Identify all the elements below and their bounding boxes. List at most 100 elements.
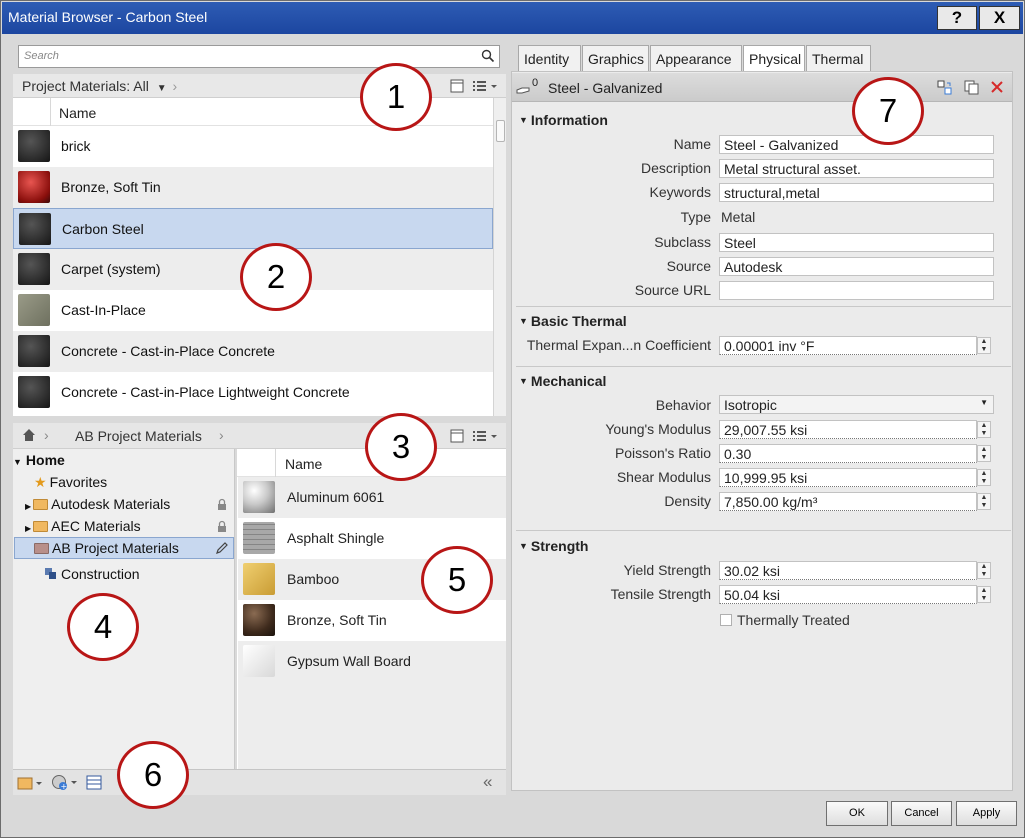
density-field[interactable]: 7,850.00 kg/m³ [719, 492, 977, 511]
project-material-row[interactable]: brick [13, 126, 493, 167]
material-swatch [18, 376, 50, 408]
search-input[interactable]: Search [18, 45, 500, 68]
collapse-triangle-icon: ▼ [519, 376, 528, 386]
material-name: Bamboo [287, 571, 340, 587]
tab-graphics[interactable]: Graphics [582, 45, 649, 71]
tree-item-autodesk-materials[interactable]: ▶ Autodesk Materials [25, 496, 170, 518]
thermal-expansion-field[interactable]: 0.00001 inv °F [719, 336, 977, 355]
spinner-icon[interactable]: ▲ ▼ [977, 421, 991, 438]
spinner-icon[interactable]: ▲ ▼ [977, 445, 991, 462]
ok-button[interactable]: OK [826, 801, 888, 826]
material-name: brick [61, 138, 91, 154]
spinner-icon[interactable]: ▲ ▼ [977, 586, 991, 603]
project-material-row-selected[interactable]: Carbon Steel [13, 208, 493, 249]
window-title: Material Browser - Carbon Steel [8, 9, 208, 25]
lock-icon [218, 498, 226, 510]
library-breadcrumb[interactable]: AB Project Materials [75, 428, 202, 450]
tree-item-home[interactable]: ▼ Home [13, 452, 65, 474]
section-mechanical[interactable]: ▼ Mechanical [519, 373, 606, 389]
youngs-modulus-field[interactable]: 29,007.55 ksi [719, 420, 977, 439]
yield-strength-field[interactable]: 30.02 ksi [719, 561, 977, 580]
library-material-row[interactable]: Aluminum 6061 [238, 477, 506, 518]
section-basic-thermal[interactable]: ▼ Basic Thermal [519, 313, 627, 329]
chevron-right-icon: › [172, 78, 178, 94]
asset-browser-icon[interactable] [86, 775, 102, 790]
scrollbar-thumb[interactable] [496, 120, 505, 142]
tree-item-favorites[interactable]: ★ Favorites [34, 474, 107, 496]
field-label: Name [673, 136, 711, 152]
section-divider [516, 530, 1011, 531]
pencil-icon[interactable] [215, 541, 229, 555]
behavior-dropdown[interactable]: Isotropic ▼ [719, 395, 994, 414]
close-button[interactable]: X [979, 6, 1020, 30]
section-strength[interactable]: ▼ Strength [519, 538, 588, 554]
search-placeholder: Search [24, 50, 59, 62]
field-label: Keywords [649, 184, 711, 200]
tab-appearance[interactable]: Appearance [650, 45, 742, 71]
replace-asset-icon[interactable] [937, 80, 953, 96]
thermally-treated-checkbox[interactable] [720, 614, 732, 626]
material-name: Asphalt Shingle [287, 530, 385, 546]
home-icon[interactable] [22, 428, 36, 442]
behavior-value: Isotropic [724, 397, 777, 413]
library-empty-area [238, 682, 506, 769]
library-material-row[interactable]: Gypsum Wall Board [238, 641, 506, 682]
field-label: Young's Modulus [605, 421, 711, 437]
field-label: Poisson's Ratio [614, 445, 711, 461]
callout-1: 1 [360, 63, 432, 131]
tensile-strength-field[interactable]: 50.04 ksi [719, 585, 977, 604]
chevron-down-icon: ▼ [156, 83, 167, 94]
section-divider [516, 306, 1011, 307]
subclass-field[interactable]: Steel [719, 233, 994, 252]
project-material-row[interactable]: Bronze, Soft Tin [13, 167, 493, 208]
project-material-row[interactable]: Concrete - Cast-in-Place Lightweight Con… [13, 372, 493, 413]
source-field[interactable]: Autodesk [719, 257, 994, 276]
help-button[interactable]: ? [937, 6, 977, 30]
section-divider [516, 366, 1011, 367]
source-url-field[interactable] [719, 281, 994, 300]
view-options-icon[interactable] [472, 429, 500, 443]
spinner-icon[interactable]: ▲ ▼ [977, 562, 991, 579]
view-options-icon[interactable] [472, 79, 500, 93]
name-field[interactable]: Steel - Galvanized [719, 135, 994, 154]
duplicate-asset-icon[interactable] [964, 80, 980, 96]
poissons-ratio-field[interactable]: 0.30 [719, 444, 977, 463]
tree-item-label: AEC Materials [51, 518, 141, 534]
keywords-field[interactable]: structural,metal [719, 183, 994, 202]
field-label: Shear Modulus [616, 469, 711, 485]
view-toggle-icon[interactable] [450, 79, 464, 93]
shear-modulus-field[interactable]: 10,999.95 ksi [719, 468, 977, 487]
view-toggle-icon[interactable] [450, 429, 464, 443]
spinner-icon[interactable]: ▲ ▼ [977, 469, 991, 486]
description-field[interactable]: Metal structural asset. [719, 159, 994, 178]
apply-button[interactable]: Apply [956, 801, 1017, 826]
library-bottom-toolbar: + « [13, 769, 506, 795]
field-label: Tensile Strength [610, 586, 711, 602]
tree-item-label: AB Project Materials [52, 540, 179, 556]
spinner-icon[interactable]: ▲ ▼ [977, 493, 991, 510]
collapse-icon[interactable]: « [483, 772, 492, 792]
tab-thermal[interactable]: Thermal [806, 45, 871, 71]
create-material-icon[interactable]: + [51, 774, 79, 791]
project-materials-scrollbar[interactable] [493, 98, 506, 416]
chevron-right-icon: › [219, 427, 224, 443]
thermally-treated-label: Thermally Treated [737, 612, 850, 628]
material-name: Concrete - Cast-in-Place Concrete [61, 343, 275, 359]
material-swatch [18, 335, 50, 367]
material-swatch [243, 645, 275, 677]
tab-physical[interactable]: Physical [743, 45, 805, 72]
material-name: Gypsum Wall Board [287, 653, 411, 669]
tab-identity[interactable]: Identity [518, 45, 581, 71]
project-materials-filter[interactable]: Project Materials: All ▼ › [22, 78, 177, 100]
cancel-button[interactable]: Cancel [891, 801, 952, 826]
material-browser-window: Material Browser - Carbon Steel ? X Sear… [0, 0, 1025, 838]
tree-item-label: Construction [61, 566, 140, 582]
expand-icon: ▼ [13, 457, 22, 467]
spinner-icon[interactable]: ▲ ▼ [977, 337, 991, 354]
project-material-row[interactable]: Concrete - Cast-in-Place Concrete [13, 331, 493, 372]
section-information[interactable]: ▼ Information [519, 112, 608, 128]
remove-asset-icon[interactable] [990, 80, 1004, 94]
library-menu-icon[interactable] [17, 775, 43, 791]
title-bar: Material Browser - Carbon Steel ? X [2, 2, 1023, 34]
tree-item-construction[interactable]: Construction [45, 566, 140, 588]
